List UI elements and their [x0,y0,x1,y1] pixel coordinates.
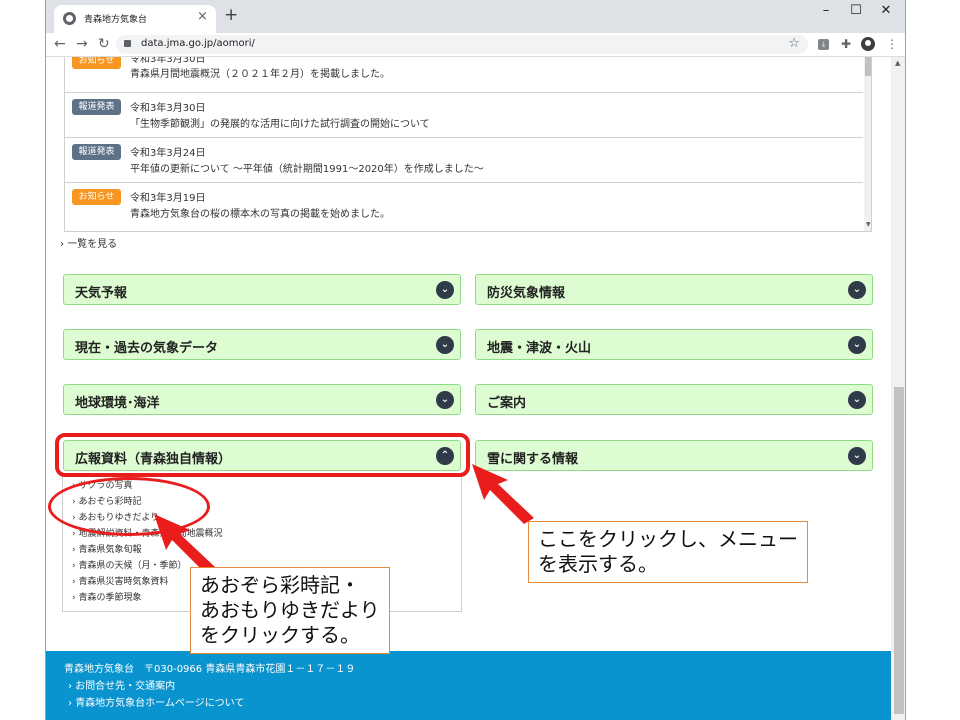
category-label: 地球環境･海洋 [75,396,160,411]
category-label: 地震・津波・火山 [487,341,592,356]
instruction-callout-right: ここをクリックし、メニュー を表示する。 [528,521,808,583]
globe-icon [63,12,76,25]
star-icon[interactable]: ☆ [788,36,800,51]
page-scroll-thumb[interactable] [894,387,904,714]
arrow-icon [472,464,534,524]
submenu-item[interactable]: › 青森県気象旬報 [72,542,141,555]
minimize-button[interactable]: – [814,3,838,18]
reload-button[interactable]: ↻ [98,36,110,52]
footer-link-about[interactable]: › 青森地方気象台ホームページについて [68,694,244,709]
site-footer: 青森地方気象台 〒030-0966 青森県青森市花園１－１７－１９ › お問合せ先… [46,651,891,720]
category-global-environment[interactable]: 地球環境･海洋 ⌄ [63,384,461,415]
tab-title: 青森地方気象台 [84,15,148,25]
category-weather-data[interactable]: 現在・過去の気象データ ⌄ [63,329,461,360]
more-news-label: 一覧を見る [67,239,118,250]
chevron-down-icon: ⌄ [848,336,866,354]
browser-tab[interactable]: 青森地方気象台 × [54,5,216,33]
page-viewport: お知らせ 令和3年3月30日 青森県月間地震概況（２０２１年２月）を掲載しました… [46,57,905,720]
press-badge: 報道発表 [72,99,121,115]
list-item[interactable]: 報道発表 令和3年3月24日 平年値の更新について ～平年値（統計期間1991～… [65,138,863,183]
notice-badge: お知らせ [72,189,121,205]
kebab-menu-icon[interactable]: ⋮ [886,38,898,50]
url-text: data.jma.go.jp/aomori/ [141,38,255,49]
category-label: 天気予報 [75,286,128,301]
tab-strip: 青森地方気象台 × + – ☐ ✕ [46,0,905,33]
close-window-button[interactable]: ✕ [874,3,898,18]
news-title[interactable]: 青森県月間地震概況（２０２１年２月）を掲載しました。 [130,65,390,80]
news-date: 令和3年3月19日 [130,193,206,204]
lock-icon [124,40,131,47]
address-bar[interactable]: data.jma.go.jp/aomori/ ☆ [116,35,808,54]
profile-icon[interactable] [861,37,875,51]
news-date: 令和3年3月30日 [130,103,206,114]
category-disaster-info[interactable]: 防災気象情報 ⌄ [475,274,873,305]
press-badge: 報道発表 [72,144,121,160]
new-tab-button[interactable]: + [224,7,238,24]
scroll-up-icon[interactable]: ▲ [895,59,900,67]
category-label: 防災気象情報 [487,286,566,301]
highlight-box [55,433,470,477]
news-date: 令和3年3月24日 [130,148,206,159]
footer-link-contact[interactable]: › お問合せ先・交通案内 [68,677,175,692]
news-title[interactable]: 「生物季節観測」の発展的な活用に向けた試行調査の開始について [130,115,430,130]
more-news-link[interactable]: › 一覧を見る [60,235,117,250]
instruction-callout-left: あおぞら彩時記・ あおもりゆきだより をクリックする。 [190,567,390,654]
pdf-extension-icon[interactable]: ⤓ [818,39,829,50]
notice-badge: お知らせ [72,57,121,69]
footer-address: 〒030-0966 青森県青森市花園１－１７－１９ [144,664,356,675]
back-button[interactable]: ← [54,36,66,52]
news-title[interactable]: 青森地方気象台の桜の標本木の写真の掲載を始めました。 [130,205,390,220]
list-item[interactable]: お知らせ 令和3年3月19日 青森地方気象台の桜の標本木の写真の掲載を始めました… [65,183,863,228]
browser-toolbar: ← → ↻ data.jma.go.jp/aomori/ ☆ ⤓ ✚ ⋮ [46,33,905,57]
category-earthquake-tsunami-volcano[interactable]: 地震・津波・火山 ⌄ [475,329,873,360]
category-weather-forecast[interactable]: 天気予報 ⌄ [63,274,461,305]
maximize-button[interactable]: ☐ [844,3,868,18]
category-guide[interactable]: ご案内 ⌄ [475,384,873,415]
browser-window: 青森地方気象台 × + – ☐ ✕ ← → ↻ data.jma.go.jp/a… [45,0,906,720]
news-list: お知らせ 令和3年3月30日 青森県月間地震概況（２０２１年２月）を掲載しました… [64,57,872,232]
submenu-item[interactable]: › 青森の季節現象 [72,590,141,603]
forward-button[interactable]: → [76,36,88,52]
scroll-down-icon[interactable]: ▼ [866,221,871,228]
chevron-down-icon: ⌄ [848,281,866,299]
chevron-down-icon: ⌄ [848,447,866,465]
chevron-down-icon: ⌄ [436,336,454,354]
chevron-down-icon: ⌄ [436,281,454,299]
category-label: 現在・過去の気象データ [75,341,219,356]
news-scroll-thumb[interactable] [865,57,871,76]
page-scrollbar[interactable]: ▲ [891,57,905,720]
puzzle-extension-icon[interactable]: ✚ [841,38,851,50]
news-scrollbar[interactable]: ▼ [864,57,871,231]
news-date: 令和3年3月30日 [130,57,206,65]
chevron-down-icon: ⌄ [436,391,454,409]
chevron-down-icon: ⌄ [848,391,866,409]
category-label: ご案内 [487,396,527,411]
list-item[interactable]: 報道発表 令和3年3月30日 「生物季節観測」の発展的な活用に向けた試行調査の開… [65,93,863,138]
list-item[interactable]: お知らせ 令和3年3月30日 青森県月間地震概況（２０２１年２月）を掲載しました… [65,57,863,93]
footer-office-name: 青森地方気象台 [64,664,134,675]
close-tab-icon[interactable]: × [197,9,208,24]
footer-address-line: 青森地方気象台 〒030-0966 青森県青森市花園１－１７－１９ [64,660,355,675]
news-title[interactable]: 平年値の更新について ～平年値（統計期間1991～2020年）を作成しました～ [130,160,484,175]
